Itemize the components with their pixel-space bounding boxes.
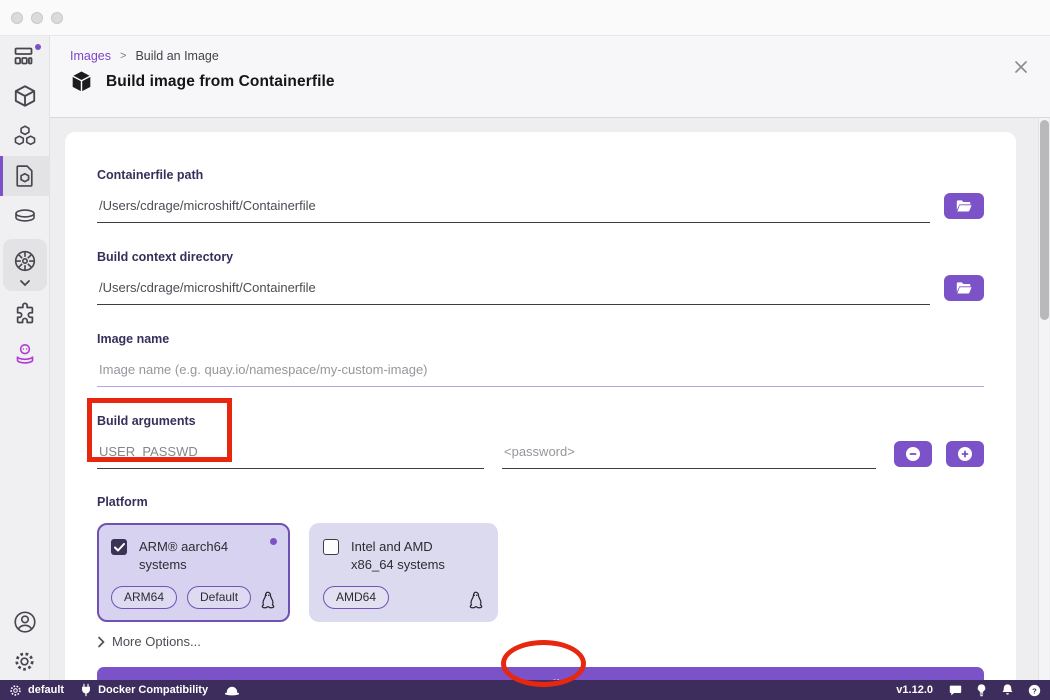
sidebar-item-containers[interactable] [0, 76, 50, 116]
plus-circle-icon [957, 446, 973, 462]
notification-dot [35, 44, 41, 50]
checkbox-checked-icon[interactable] [111, 539, 127, 555]
statusbar-docker-compat[interactable]: Docker Compatibility [80, 683, 208, 697]
sidebar [0, 36, 50, 680]
selected-dot-icon [270, 538, 277, 545]
pods-icon [12, 123, 38, 149]
account-icon [12, 609, 38, 635]
statusbar-docker-compat-label: Docker Compatibility [98, 684, 208, 696]
build-context-group: Build context directory [97, 250, 984, 305]
more-options-toggle[interactable]: More Options... [97, 634, 984, 649]
podman-icon [224, 685, 240, 696]
breadcrumb-images-link[interactable]: Images [70, 49, 111, 63]
kubernetes-icon [12, 248, 38, 274]
image-name-label: Image name [97, 332, 984, 346]
close-icon[interactable] [1014, 60, 1028, 74]
sidebar-item-dashboard[interactable] [0, 36, 50, 76]
app-window: Images > Build an Image Build image from… [0, 0, 1050, 700]
chevron-down-icon[interactable] [18, 278, 32, 288]
sidebar-item-ai-lab[interactable] [0, 334, 50, 374]
sidebar-item-extensions[interactable] [0, 294, 50, 334]
folder-open-icon [956, 199, 972, 213]
build-button[interactable]: Build [97, 667, 984, 680]
scrollbar[interactable] [1038, 118, 1049, 680]
ai-lab-icon [13, 341, 37, 367]
page-header: Images > Build an Image Build image from… [50, 36, 1050, 118]
breadcrumb: Images > Build an Image [70, 49, 1032, 63]
build-context-input[interactable] [97, 270, 930, 305]
build-context-label: Build context directory [97, 250, 984, 264]
sidebar-item-images[interactable] [0, 156, 50, 196]
bell-icon[interactable] [1001, 683, 1014, 697]
image-name-input[interactable] [97, 352, 984, 387]
breadcrumb-separator: > [120, 50, 126, 62]
platform-card-title: Intel and AMD x86_64 systems [351, 538, 484, 573]
platform-card-amd64[interactable]: Intel and AMD x86_64 systems AMD64 [309, 523, 498, 622]
platform-badge: ARM64 [111, 586, 177, 609]
status-bar: default Docker Compatibility v1.12.0 [0, 680, 1050, 700]
build-arguments-label: Build arguments [97, 414, 984, 428]
page-title: Build image from Containerfile [106, 73, 335, 91]
containerfile-path-input[interactable] [97, 188, 930, 223]
plug-icon [80, 683, 92, 697]
statusbar-machine[interactable]: default [9, 684, 64, 697]
lightbulb-icon[interactable] [976, 683, 987, 698]
build-cube-icon [70, 70, 93, 93]
platform-badge: Default [187, 586, 251, 609]
sidebar-item-kubernetes[interactable] [0, 244, 50, 278]
sidebar-item-settings[interactable] [0, 642, 50, 680]
platform-label: Platform [97, 495, 984, 509]
browse-containerfile-button[interactable] [944, 193, 984, 219]
build-arg-value-input[interactable] [502, 434, 876, 469]
platform-badge: AMD64 [323, 586, 389, 609]
images-icon [12, 163, 37, 189]
minus-circle-icon [905, 446, 921, 462]
sidebar-item-pods[interactable] [0, 116, 50, 156]
more-options-label: More Options... [112, 634, 201, 649]
minimize-window-button[interactable] [31, 12, 43, 24]
containerfile-path-label: Containerfile path [97, 168, 984, 182]
remove-build-arg-button[interactable] [894, 441, 932, 467]
containers-icon [12, 83, 38, 109]
podman-machine-icon [9, 684, 22, 697]
build-form-card: Containerfile path [65, 132, 1016, 680]
extensions-icon [12, 301, 38, 327]
breadcrumb-current: Build an Image [135, 49, 218, 63]
help-icon[interactable]: ? [1028, 684, 1041, 697]
feedback-icon[interactable] [949, 684, 962, 697]
content-area: Containerfile path [50, 118, 1050, 680]
linux-penguin-icon [260, 591, 275, 610]
containerfile-path-group: Containerfile path [97, 168, 984, 223]
linux-penguin-icon [468, 591, 483, 610]
platform-card-arm64[interactable]: ARM® aarch64 systems ARM64 Default [97, 523, 290, 622]
browse-context-button[interactable] [944, 275, 984, 301]
platform-group: Platform ARM® aarch64 systems [97, 495, 984, 622]
add-build-arg-button[interactable] [946, 441, 984, 467]
scrollbar-thumb[interactable] [1040, 120, 1049, 320]
checkbox-unchecked-icon[interactable] [323, 539, 339, 555]
sidebar-group-kubernetes [3, 239, 47, 291]
build-arguments-group: Build arguments [97, 414, 984, 469]
svg-text:?: ? [1032, 686, 1037, 695]
sidebar-item-account[interactable] [0, 602, 50, 642]
statusbar-machine-label: default [28, 684, 64, 696]
maximize-window-button[interactable] [51, 12, 63, 24]
macos-titlebar [0, 0, 1050, 36]
build-arg-key-input[interactable] [97, 434, 484, 469]
statusbar-version: v1.12.0 [896, 684, 933, 696]
volumes-icon [12, 204, 38, 228]
chevron-right-icon [97, 636, 105, 648]
image-name-group: Image name [97, 332, 984, 387]
settings-icon [12, 649, 37, 674]
dashboard-icon [12, 44, 37, 68]
sidebar-item-volumes[interactable] [0, 196, 50, 236]
folder-open-icon [956, 281, 972, 295]
statusbar-podman[interactable] [224, 685, 240, 696]
close-window-button[interactable] [11, 12, 23, 24]
platform-card-title: ARM® aarch64 systems [139, 538, 276, 573]
